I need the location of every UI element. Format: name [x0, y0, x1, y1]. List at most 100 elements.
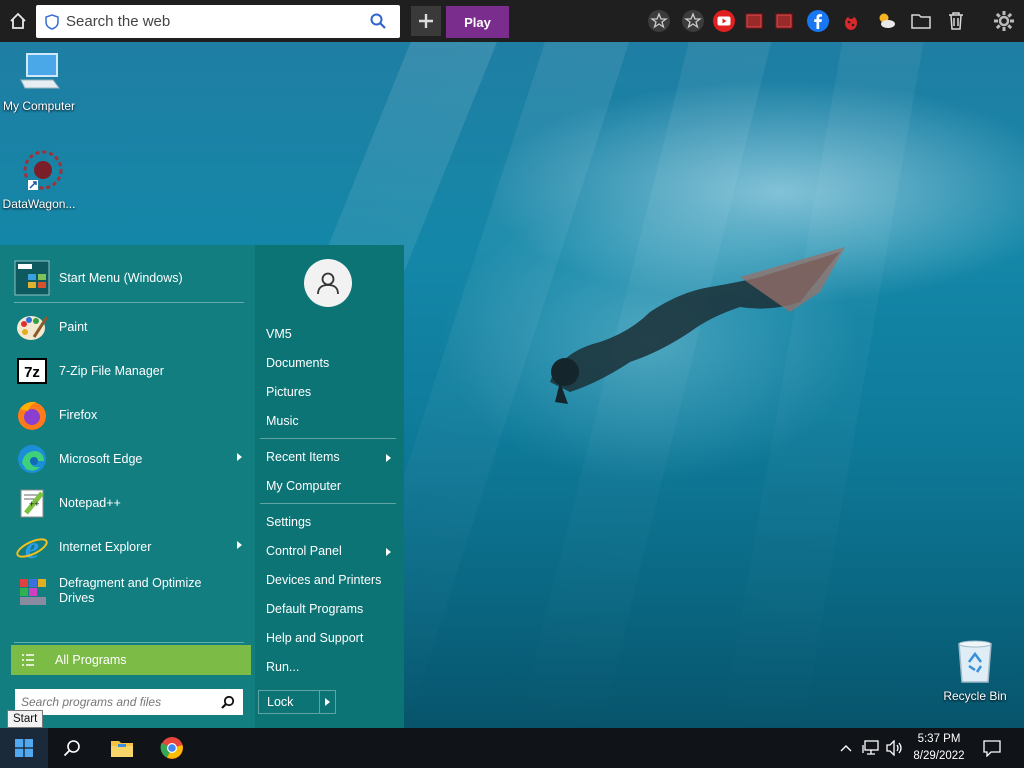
menu-separator	[14, 302, 244, 303]
place-settings[interactable]: Settings	[266, 515, 311, 529]
new-tab-button[interactable]	[411, 6, 441, 36]
program-firefox[interactable]: Firefox	[10, 393, 248, 437]
place-pictures[interactable]: Pictures	[266, 385, 311, 399]
plus-icon	[419, 14, 433, 28]
submenu-arrow-icon	[386, 454, 391, 462]
web-search-box[interactable]	[36, 5, 400, 38]
place-control-panel[interactable]: Control Panel	[266, 544, 391, 558]
search-icon[interactable]	[221, 695, 235, 709]
place-recent-items[interactable]: Recent Items	[266, 450, 391, 464]
place-label: Default Programs	[266, 602, 364, 616]
place-label: Control Panel	[266, 544, 342, 558]
program-defragment-drives[interactable]: Defragment and Optimize Drives	[10, 569, 248, 613]
place-devices-and-printers[interactable]: Devices and Printers	[266, 573, 381, 587]
all-programs-button[interactable]: All Programs	[11, 645, 251, 675]
weather-button[interactable]	[874, 9, 898, 33]
play-button[interactable]: Play	[446, 6, 509, 38]
place-label: VM5	[266, 327, 292, 341]
power-options-button[interactable]	[320, 690, 336, 714]
start-menu-places-pane: VM5 Documents Pictures Music Recent Item…	[255, 245, 404, 728]
internet-explorer-icon: e	[13, 528, 51, 566]
menu-separator	[14, 642, 244, 643]
desktop-icon-my-computer[interactable]: My Computer	[0, 50, 78, 113]
gear-icon	[994, 11, 1014, 31]
bug-app-button[interactable]	[839, 9, 863, 33]
svg-text:++: ++	[29, 499, 40, 509]
defragment-icon	[13, 572, 51, 610]
favorites-list-button[interactable]	[681, 9, 705, 33]
program-internet-explorer[interactable]: e Internet Explorer	[10, 525, 248, 569]
list-icon	[22, 654, 34, 666]
place-default-programs[interactable]: Default Programs	[266, 602, 363, 616]
desktop-icon-datawagon[interactable]: DataWagon...	[0, 148, 78, 211]
menu-separator	[260, 438, 396, 439]
program-paint[interactable]: Paint	[10, 305, 248, 349]
program-search-box[interactable]	[15, 689, 243, 715]
chevron-up-icon	[840, 745, 852, 752]
program-start-menu-windows[interactable]: Start Menu (Windows)	[10, 256, 248, 300]
video-app-button[interactable]	[742, 9, 766, 33]
chrome-icon	[160, 737, 183, 759]
user-avatar[interactable]	[304, 259, 352, 307]
submenu-arrow-icon	[237, 541, 242, 549]
place-label: Run...	[266, 660, 300, 674]
volume-button[interactable]	[884, 728, 906, 768]
desktop-icon-label: Recycle Bin	[943, 689, 1007, 703]
program-notepad-plus-plus[interactable]: ++ Notepad++	[10, 481, 248, 525]
home-button[interactable]	[0, 0, 36, 42]
video-icon	[775, 13, 793, 29]
web-search-input[interactable]	[66, 13, 356, 30]
start-button[interactable]	[0, 728, 48, 768]
place-help-and-support[interactable]: Help and Support	[266, 631, 363, 645]
edge-icon	[13, 440, 51, 478]
lock-button[interactable]: Lock	[258, 690, 320, 714]
desktop-icon-recycle-bin[interactable]: Recycle Bin	[936, 638, 1014, 703]
notifications-button[interactable]	[978, 728, 1006, 768]
place-label: Documents	[266, 356, 330, 370]
place-label: Recent Items	[266, 450, 340, 464]
facebook-button[interactable]	[806, 9, 830, 33]
taskbar-file-explorer[interactable]	[100, 728, 144, 768]
show-hidden-icons-button[interactable]	[836, 728, 856, 768]
settings-button[interactable]	[992, 9, 1016, 33]
clock[interactable]: 5:37 PM 8/29/2022	[905, 731, 973, 765]
speaker-icon	[886, 740, 902, 756]
datawagon-icon	[23, 150, 63, 190]
clock-date: 8/29/2022	[913, 750, 965, 762]
place-my-computer[interactable]: My Computer	[266, 479, 341, 493]
firefox-icon	[13, 396, 51, 434]
notepad-plus-plus-icon: ++	[13, 484, 51, 522]
youtube-button[interactable]	[712, 9, 736, 33]
video-app2-button[interactable]	[772, 9, 796, 33]
star-icon	[648, 10, 670, 32]
shield-icon	[45, 13, 59, 30]
place-label: Settings	[266, 515, 312, 529]
place-music[interactable]: Music	[266, 414, 299, 428]
program-7zip[interactable]: 7z 7-Zip File Manager	[10, 349, 248, 393]
start-menu-programs-pane: Start Menu (Windows) Paint 7z 7-Zip File…	[0, 245, 255, 728]
taskbar-search-button[interactable]	[50, 728, 94, 768]
program-search-input[interactable]	[21, 695, 211, 709]
network-button[interactable]	[860, 728, 882, 768]
search-icon[interactable]	[370, 13, 386, 29]
trash-button[interactable]	[944, 9, 968, 33]
program-label: 7-Zip File Manager	[59, 364, 164, 378]
program-microsoft-edge[interactable]: Microsoft Edge	[10, 437, 248, 481]
place-documents[interactable]: Documents	[266, 356, 329, 370]
submenu-arrow-icon	[386, 548, 391, 556]
favorite-star-button[interactable]	[647, 9, 671, 33]
program-label: Microsoft Edge	[59, 452, 143, 466]
windows-logo-icon	[15, 739, 33, 757]
place-vm5[interactable]: VM5	[266, 327, 292, 341]
place-run[interactable]: Run...	[266, 660, 299, 674]
taskbar-chrome[interactable]	[150, 728, 194, 768]
submenu-arrow-icon	[237, 453, 242, 461]
program-label: Notepad++	[59, 496, 121, 510]
chevron-right-icon	[325, 698, 330, 706]
desktop-icon-label: My Computer	[2, 99, 76, 113]
program-label: Start Menu (Windows)	[59, 271, 183, 285]
svg-text:7z: 7z	[24, 364, 40, 381]
folder-button[interactable]	[909, 9, 933, 33]
file-explorer-icon	[111, 741, 133, 757]
start-menu-app-icon	[13, 259, 51, 297]
